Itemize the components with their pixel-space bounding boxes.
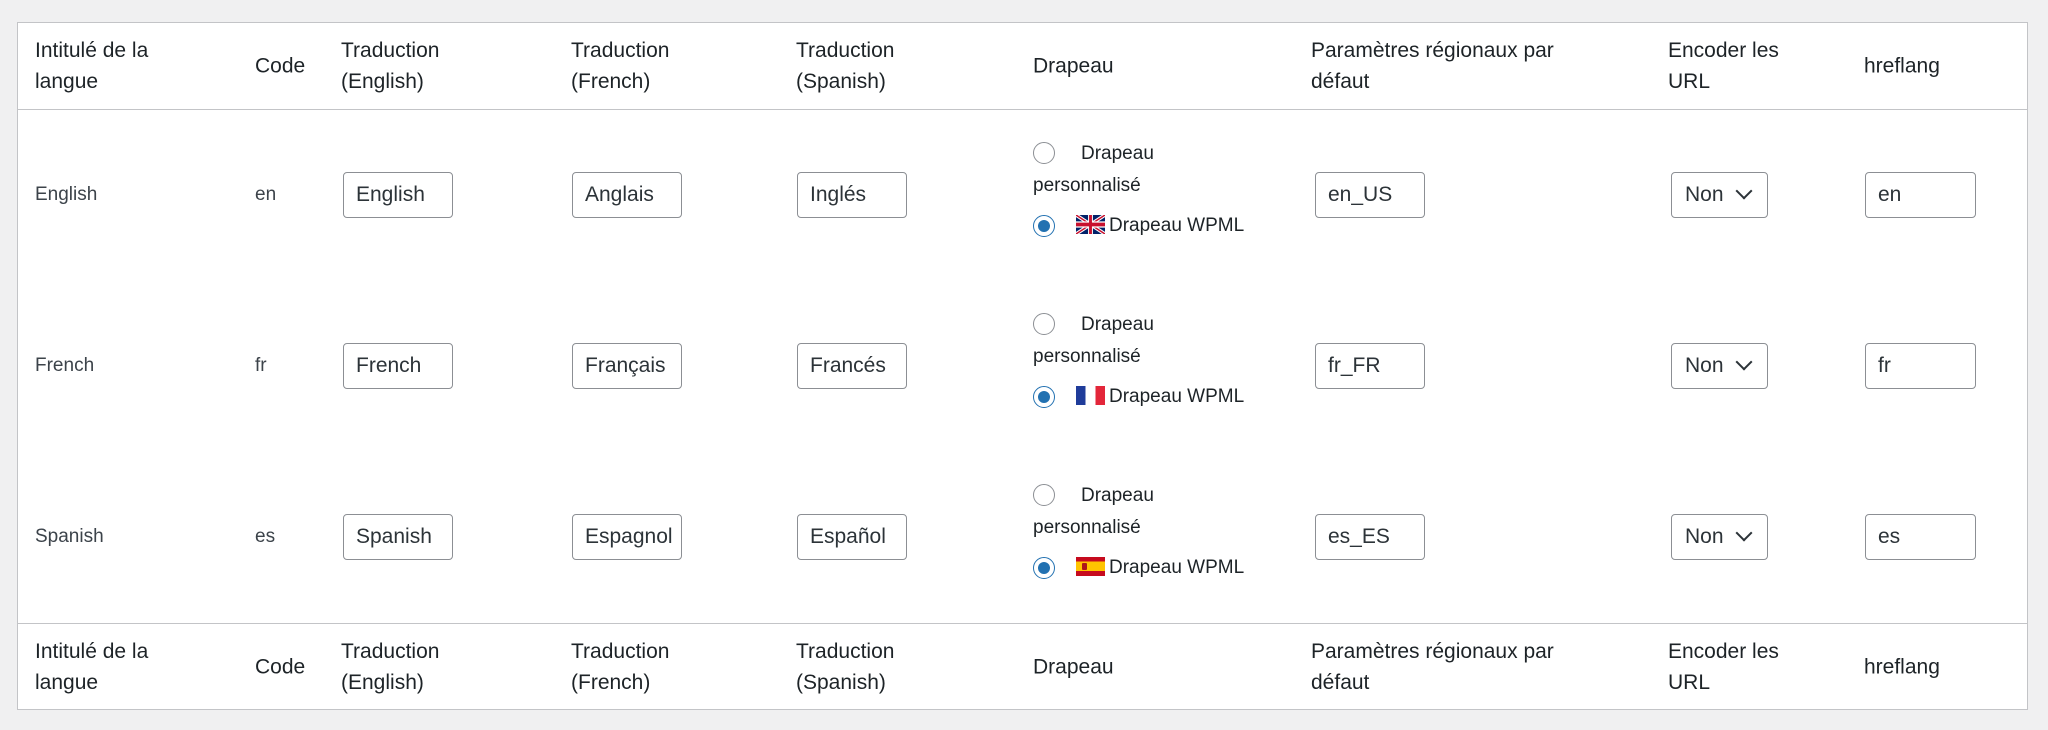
hreflang-input[interactable]: en xyxy=(1865,171,1976,218)
encode-urls-value: Non xyxy=(1685,353,1724,377)
language-name: French xyxy=(35,354,95,376)
default-locale-input[interactable]: fr_FR xyxy=(1315,342,1425,389)
footer-translation-spanish: Traduction (Spanish) xyxy=(796,640,895,694)
footer-flag: Drapeau xyxy=(1033,655,1114,679)
custom-flag-radio[interactable] xyxy=(1033,313,1055,335)
header-code: Code xyxy=(255,54,306,78)
flag-options: Drapeau personnalisé Drapeau WPML xyxy=(1033,109,1293,280)
table-header: Intitulé de la langue Code Traduction (E… xyxy=(18,23,2027,110)
flag-options: Drapeau personnalisé Drapeau WPML xyxy=(1033,451,1293,622)
translation-spanish-input[interactable]: Inglés xyxy=(797,171,907,218)
footer-translation-french: Traduction (French) xyxy=(571,640,670,694)
wpml-flag-radio[interactable] xyxy=(1033,215,1055,237)
encode-urls-value: Non xyxy=(1685,524,1724,548)
translation-english-input[interactable]: Spanish xyxy=(343,513,453,560)
footer-default-locale: Paramètres régionaux par défaut xyxy=(1311,640,1554,694)
chevron-down-icon xyxy=(1735,353,1753,370)
wpml-flag-radio[interactable] xyxy=(1033,557,1055,579)
languages-table: Intitulé de la langue Code Traduction (E… xyxy=(17,22,2028,710)
encode-urls-select[interactable]: Non xyxy=(1671,342,1768,389)
footer-language-name: Intitulé de la langue xyxy=(35,640,149,694)
footer-code: Code xyxy=(255,655,306,679)
header-hreflang: hreflang xyxy=(1864,54,1940,78)
table-footer: Intitulé de la langue Code Traduction (E… xyxy=(18,623,2027,710)
header-language-name: Intitulé de la langue xyxy=(35,39,149,93)
translation-english-input[interactable]: English xyxy=(343,171,453,218)
translation-french-input[interactable]: Espagnol xyxy=(572,513,682,560)
table-row: English en English Anglais Inglés Drapea… xyxy=(18,109,2027,280)
wpml-flag-radio[interactable] xyxy=(1033,386,1055,408)
header-translation-french: Traduction (French) xyxy=(571,39,670,93)
language-name: English xyxy=(35,183,98,205)
wpml-flag-label: Drapeau WPML xyxy=(1109,557,1245,578)
hreflang-input[interactable]: es xyxy=(1865,513,1976,560)
custom-flag-label-line1: Drapeau xyxy=(1081,485,1154,506)
footer-hreflang: hreflang xyxy=(1864,655,1940,679)
footer-translation-english: Traduction (English) xyxy=(341,640,440,694)
custom-flag-label-line1: Drapeau xyxy=(1081,143,1154,164)
flag-options: Drapeau personnalisé Drapeau WPML xyxy=(1033,280,1293,451)
table-row: Spanish es Spanish Espagnol Español Drap… xyxy=(18,451,2027,622)
footer-encode-urls: Encoder les URL xyxy=(1668,640,1779,694)
default-locale-input[interactable]: es_ES xyxy=(1315,513,1425,560)
header-translation-english: Traduction (English) xyxy=(341,39,440,93)
france-flag-icon xyxy=(1076,386,1105,405)
default-locale-input[interactable]: en_US xyxy=(1315,171,1425,218)
header-flag: Drapeau xyxy=(1033,54,1114,78)
wpml-flag-label: Drapeau WPML xyxy=(1109,386,1245,407)
encode-urls-select[interactable]: Non xyxy=(1671,513,1768,560)
custom-flag-radio[interactable] xyxy=(1033,142,1055,164)
custom-flag-label-line1: Drapeau xyxy=(1081,314,1154,335)
header-encode-urls: Encoder les URL xyxy=(1668,39,1779,93)
header-default-locale: Paramètres régionaux par défaut xyxy=(1311,39,1554,93)
custom-flag-label-line2: personnalisé xyxy=(1033,175,1141,196)
language-name: Spanish xyxy=(35,525,104,547)
uk-flag-icon xyxy=(1076,215,1105,234)
custom-flag-label-line2: personnalisé xyxy=(1033,346,1141,367)
custom-flag-label-line2: personnalisé xyxy=(1033,517,1141,538)
language-code: fr xyxy=(255,354,267,376)
spain-flag-icon xyxy=(1076,557,1105,576)
table-row: French fr French Français Francés Drapea… xyxy=(18,280,2027,451)
hreflang-input[interactable]: fr xyxy=(1865,342,1976,389)
encode-urls-value: Non xyxy=(1685,182,1724,206)
chevron-down-icon xyxy=(1735,182,1753,199)
translation-spanish-input[interactable]: Francés xyxy=(797,342,907,389)
encode-urls-select[interactable]: Non xyxy=(1671,171,1768,218)
language-code: es xyxy=(255,525,276,547)
chevron-down-icon xyxy=(1735,524,1753,541)
translation-spanish-input[interactable]: Español xyxy=(797,513,907,560)
wpml-flag-label: Drapeau WPML xyxy=(1109,215,1245,236)
header-translation-spanish: Traduction (Spanish) xyxy=(796,39,895,93)
custom-flag-radio[interactable] xyxy=(1033,484,1055,506)
translation-french-input[interactable]: Français xyxy=(572,342,682,389)
language-code: en xyxy=(255,183,277,205)
translation-english-input[interactable]: French xyxy=(343,342,453,389)
translation-french-input[interactable]: Anglais xyxy=(572,171,682,218)
